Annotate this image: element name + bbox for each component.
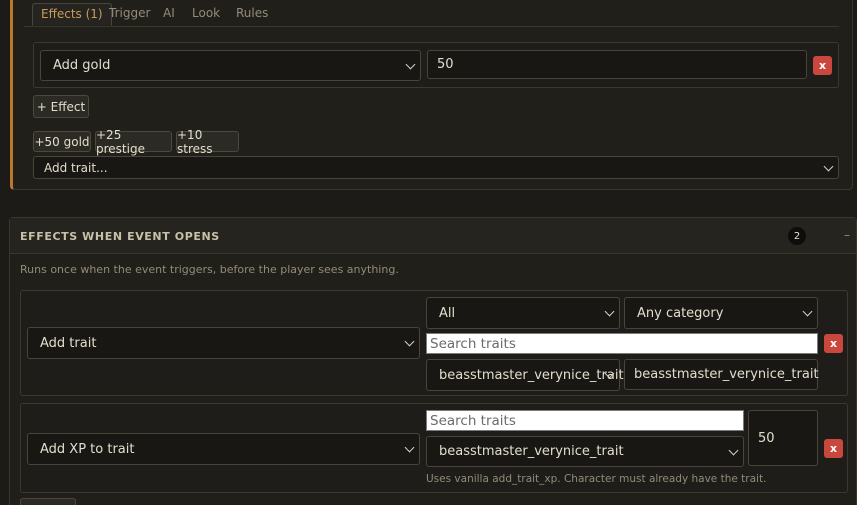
section-header[interactable]: EFFECTS WHEN EVENT OPENS 2 – — [10, 218, 856, 254]
trait-id-input[interactable]: beasstmaster_verynice_trait — [624, 359, 819, 390]
remove-effect-button[interactable]: x — [813, 56, 832, 75]
chevron-down-icon — [728, 445, 739, 455]
chevron-down-icon — [405, 59, 416, 69]
effect-amount-value: 50 — [437, 57, 454, 72]
remove-effect-button[interactable]: x — [824, 334, 843, 353]
tab-look[interactable]: Look — [184, 3, 228, 26]
section-description: Runs once when the event triggers, befor… — [20, 263, 399, 276]
effect-type-select[interactable]: Add trait — [27, 327, 420, 359]
effect-type-value: Add gold — [53, 58, 111, 73]
chevron-down-icon — [604, 306, 615, 317]
effect-amount-input[interactable]: 50 — [427, 50, 807, 79]
trait-select-value: beasstmaster_verynice_trait — [439, 367, 624, 383]
chevron-down-icon — [802, 306, 813, 317]
add-trait-select[interactable]: Add trait... — [33, 156, 839, 179]
trait-category-select[interactable]: Any category — [624, 297, 818, 329]
chevron-down-icon — [404, 442, 415, 453]
search-traits-input[interactable]: Search traits — [426, 410, 744, 431]
effect-type-select[interactable]: Add gold — [40, 50, 421, 81]
trait-scope-value: All — [439, 305, 456, 321]
search-placeholder: Search traits — [430, 412, 516, 429]
search-placeholder: Search traits — [430, 335, 516, 352]
collapse-icon[interactable]: – — [844, 228, 850, 242]
add-trait-select-value: Add trait... — [44, 160, 108, 175]
trait-scope-select[interactable]: All — [426, 297, 620, 329]
chip-add-gold[interactable]: +50 gold — [33, 131, 91, 152]
trait-category-value: Any category — [637, 305, 724, 321]
search-traits-input[interactable]: Search traits — [426, 333, 818, 354]
xp-amount-value: 50 — [758, 430, 775, 446]
add-effect-button[interactable]: + Effect — [33, 95, 89, 118]
add-xp-hint: Uses vanilla add_trait_xp. Character mus… — [426, 473, 767, 485]
tab-ai[interactable]: AI — [155, 3, 183, 26]
tab-bar: Effects (1) Trigger AI Look Rules — [24, 0, 839, 27]
trait-id-value: beasstmaster_verynice_trait — [634, 367, 819, 382]
section-title: EFFECTS WHEN EVENT OPENS — [20, 230, 220, 243]
remove-effect-button[interactable]: x — [824, 439, 843, 458]
add-effect-button[interactable] — [20, 498, 76, 505]
chip-add-prestige[interactable]: +25 prestige — [95, 128, 172, 156]
effect-type-value: Add XP to trait — [40, 441, 135, 457]
chevron-down-icon — [404, 336, 415, 347]
chip-add-stress[interactable]: +10 stress — [176, 128, 239, 156]
trait-select[interactable]: beasstmaster_verynice_trait — [426, 359, 624, 391]
xp-amount-input[interactable]: 50 — [748, 410, 818, 466]
trait-select[interactable]: beasstmaster_verynice_trait — [426, 436, 744, 467]
trait-select-value: beasstmaster_verynice_trait — [439, 444, 624, 459]
count-badge: 2 — [788, 227, 806, 245]
effect-type-value: Add trait — [40, 335, 97, 351]
tab-trigger[interactable]: Trigger — [101, 3, 158, 26]
effect-type-select[interactable]: Add XP to trait — [27, 433, 420, 465]
chevron-down-icon — [823, 161, 834, 171]
tab-effects[interactable]: Effects (1) — [32, 3, 112, 26]
tab-rules[interactable]: Rules — [228, 3, 276, 26]
